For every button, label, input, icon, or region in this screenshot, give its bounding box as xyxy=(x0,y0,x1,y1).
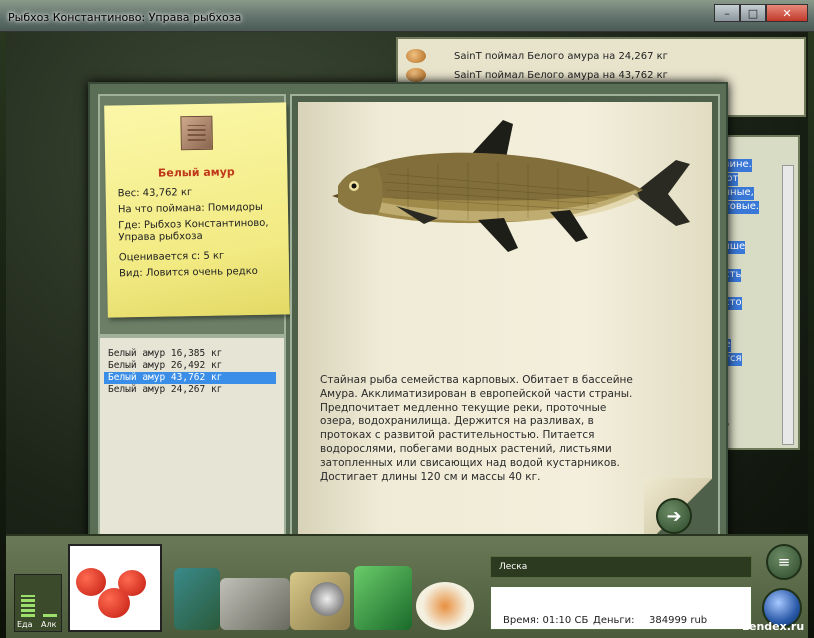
fish-illustration xyxy=(332,120,690,252)
status-bars: Еда Алк xyxy=(14,574,62,632)
tomato-icon xyxy=(98,588,130,618)
window-title: Рыбхоз Константиново: Управа рыбхоза xyxy=(8,11,242,24)
chat-text: SainT поймал Белого амура на 24,267 кг xyxy=(454,50,668,62)
chat-text: SainT поймал Белого амура на 43,762 кг xyxy=(454,69,668,81)
chat-line: SainT поймал Белого амура на 24,267 кг xyxy=(406,47,668,65)
status-box: Время: 01:10 СБ Деньги: 384999 rub xyxy=(490,586,752,630)
fish-description: Стайная рыба семейства карповых. Обитает… xyxy=(320,374,633,483)
fish-value: Оценивается с: 5 кг xyxy=(118,250,225,264)
fish-rarity: Вид: Ловится очень редко xyxy=(119,265,258,280)
alcohol-level-bar xyxy=(43,613,57,617)
fish-book: Стайная рыба семейства карповых. Обитает… xyxy=(290,94,720,552)
list-item-selected[interactable]: Белый амур 43,762 кг xyxy=(104,372,276,384)
food-plate-icon[interactable] xyxy=(416,582,474,630)
alcohol-label: Алк xyxy=(41,620,57,629)
title-bar: Рыбхоз Константиново: Управа рыбхоза – □… xyxy=(0,0,814,32)
bottom-hud: Еда Алк Леска Время: 01:10 СБ Деньги: 38… xyxy=(6,534,808,638)
food-level-bar xyxy=(21,595,35,617)
catch-icon xyxy=(406,68,426,82)
minimize-button[interactable]: – xyxy=(714,4,740,22)
food-label: Еда xyxy=(17,620,33,629)
pin-icon xyxy=(180,115,213,151)
scrollbar[interactable] xyxy=(782,165,794,445)
bait-tomatoes[interactable] xyxy=(68,544,162,632)
book-icon[interactable] xyxy=(174,568,220,630)
compass-icon[interactable] xyxy=(310,582,344,616)
fish-bucket-icon[interactable] xyxy=(354,566,412,630)
list-item[interactable]: Белый амур 24,267 кг xyxy=(104,384,276,396)
close-button[interactable]: ✕ xyxy=(766,4,808,22)
catch-list: Белый амур 16,385 кг Белый амур 26,492 к… xyxy=(98,336,286,550)
maximize-button[interactable]: □ xyxy=(740,4,766,22)
game-time: Время: 01:10 СБ xyxy=(503,615,589,626)
list-item[interactable]: Белый амур 16,385 кг xyxy=(104,348,276,360)
menu-button[interactable]: ≡ xyxy=(766,544,802,580)
window-controls: – □ ✕ xyxy=(714,4,808,22)
fish-name: Белый амур xyxy=(157,165,235,180)
tackle-box-icon[interactable] xyxy=(220,578,290,630)
watermark: Lendex.ru xyxy=(742,620,805,633)
list-item[interactable]: Белый амур 26,492 кг xyxy=(104,360,276,372)
fish-bait: На что поймана: Помидоры xyxy=(117,201,263,216)
fish-dialog: Белый амур Вес: 43,762 кг На что поймана… xyxy=(88,82,728,560)
book-page: Стайная рыба семейства карповых. Обитает… xyxy=(298,102,712,546)
fish-place-line2: Управа рыбхоза xyxy=(118,230,203,244)
money-label: Деньги: xyxy=(593,615,635,626)
sticky-note: Белый амур Вес: 43,762 кг На что поймана… xyxy=(104,102,290,318)
money-value: 384999 rub xyxy=(649,615,708,626)
next-page-button[interactable]: ➔ xyxy=(656,498,692,534)
line-label: Леска xyxy=(499,562,528,572)
catch-icon xyxy=(406,49,426,63)
line-indicator: Леска xyxy=(490,556,752,578)
inventory-items xyxy=(166,562,486,636)
fish-card-panel: Белый амур Вес: 43,762 кг На что поймана… xyxy=(98,94,290,336)
fish-weight: Вес: 43,762 кг xyxy=(117,187,193,200)
